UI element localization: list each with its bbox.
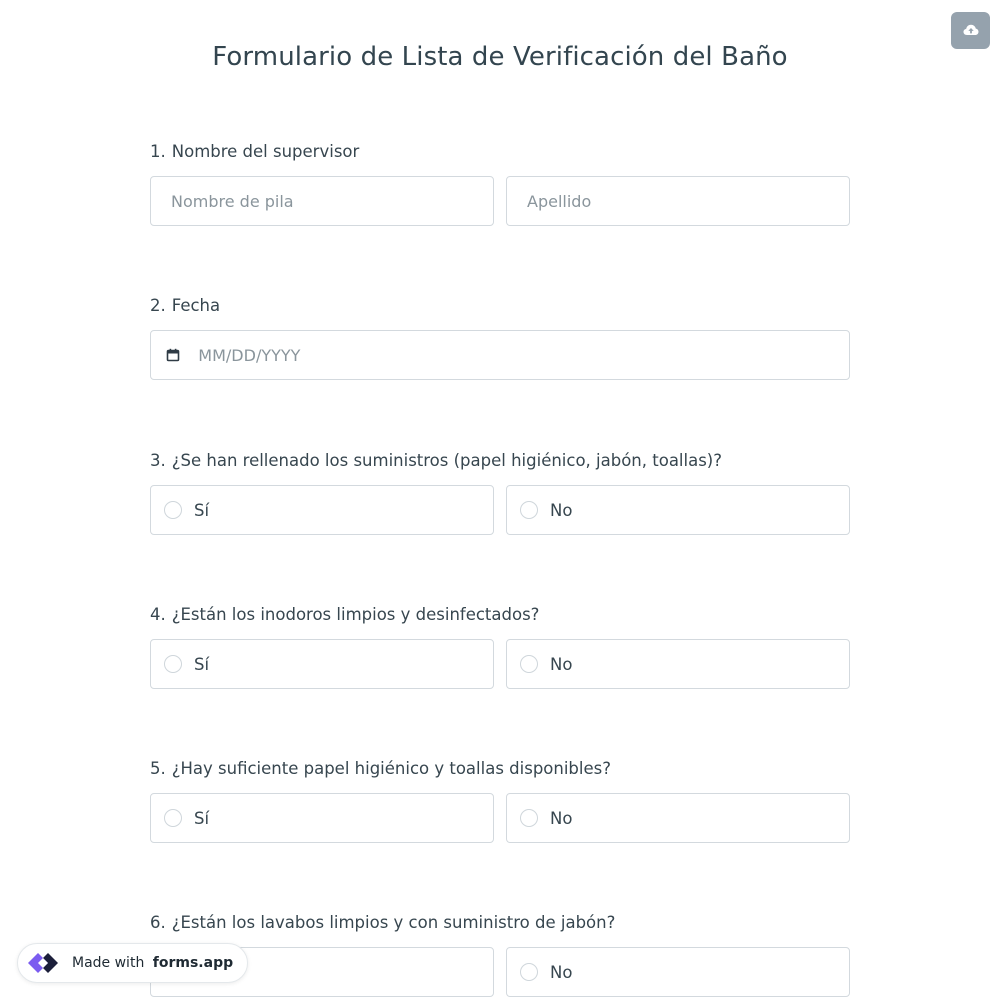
option-si[interactable]: Sí (150, 485, 494, 535)
question-toilets-clean: 4. ¿Están los inodoros limpios y desinfe… (150, 605, 850, 689)
option-label: No (550, 654, 573, 674)
question-sinks-clean: 6. ¿Están los lavabos limpios y con sumi… (150, 913, 850, 997)
radio-button[interactable] (164, 655, 182, 673)
option-label: No (550, 962, 573, 982)
radio-button[interactable] (520, 809, 538, 827)
question-number: 1. (150, 142, 166, 161)
question-number: 6. (150, 913, 166, 932)
question-label: ¿Se han rellenado los suministros (papel… (171, 451, 723, 470)
question-number: 2. (150, 296, 166, 315)
radio-button[interactable] (520, 963, 538, 981)
question-label: Fecha (171, 296, 221, 315)
radio-button[interactable] (520, 655, 538, 673)
question-label: ¿Hay suficiente papel higiénico y toalla… (171, 759, 611, 778)
option-no[interactable]: No (506, 485, 850, 535)
date-input[interactable] (180, 331, 849, 379)
question-number: 5. (150, 759, 166, 778)
option-no[interactable]: No (506, 947, 850, 997)
badge-prefix: Made with (72, 955, 145, 971)
option-label: Sí (194, 654, 210, 674)
option-si[interactable]: Sí (150, 793, 494, 843)
form-title: Formulario de Lista de Verificación del … (212, 42, 788, 72)
question-label: Nombre del supervisor (171, 142, 360, 161)
option-label: No (550, 808, 573, 828)
radio-button[interactable] (164, 809, 182, 827)
option-label: Sí (194, 808, 210, 828)
date-box[interactable] (150, 330, 850, 380)
option-si[interactable]: Sí (150, 639, 494, 689)
option-label: No (550, 500, 573, 520)
option-no[interactable]: No (506, 793, 850, 843)
question-paper-available: 5. ¿Hay suficiente papel higiénico y toa… (150, 759, 850, 843)
question-supervisor-name: 1. Nombre del supervisor (150, 142, 850, 226)
question-number: 3. (150, 451, 166, 470)
calendar-icon[interactable] (165, 347, 180, 363)
last-name-input[interactable] (507, 177, 849, 225)
last-name-box (506, 176, 850, 226)
question-date: 2. Fecha (150, 296, 850, 380)
first-name-input[interactable] (151, 177, 493, 225)
radio-button[interactable] (520, 501, 538, 519)
question-label: ¿Están los inodoros limpios y desinfecta… (171, 605, 540, 624)
first-name-box (150, 176, 494, 226)
question-number: 4. (150, 605, 166, 624)
cloud-upload-icon (963, 21, 979, 40)
option-no[interactable]: No (506, 639, 850, 689)
radio-button[interactable] (164, 501, 182, 519)
question-supplies-refilled: 3. ¿Se han rellenado los suministros (pa… (150, 451, 850, 535)
option-label: Sí (194, 500, 210, 520)
forms-app-logo-icon (26, 947, 66, 979)
made-with-badge[interactable]: Made with forms.app (17, 943, 249, 983)
question-label: ¿Están los lavabos limpios y con suminis… (171, 913, 616, 932)
form-page: Formulario de Lista de Verificación del … (0, 0, 1000, 1000)
badge-brand: forms.app (152, 955, 234, 971)
